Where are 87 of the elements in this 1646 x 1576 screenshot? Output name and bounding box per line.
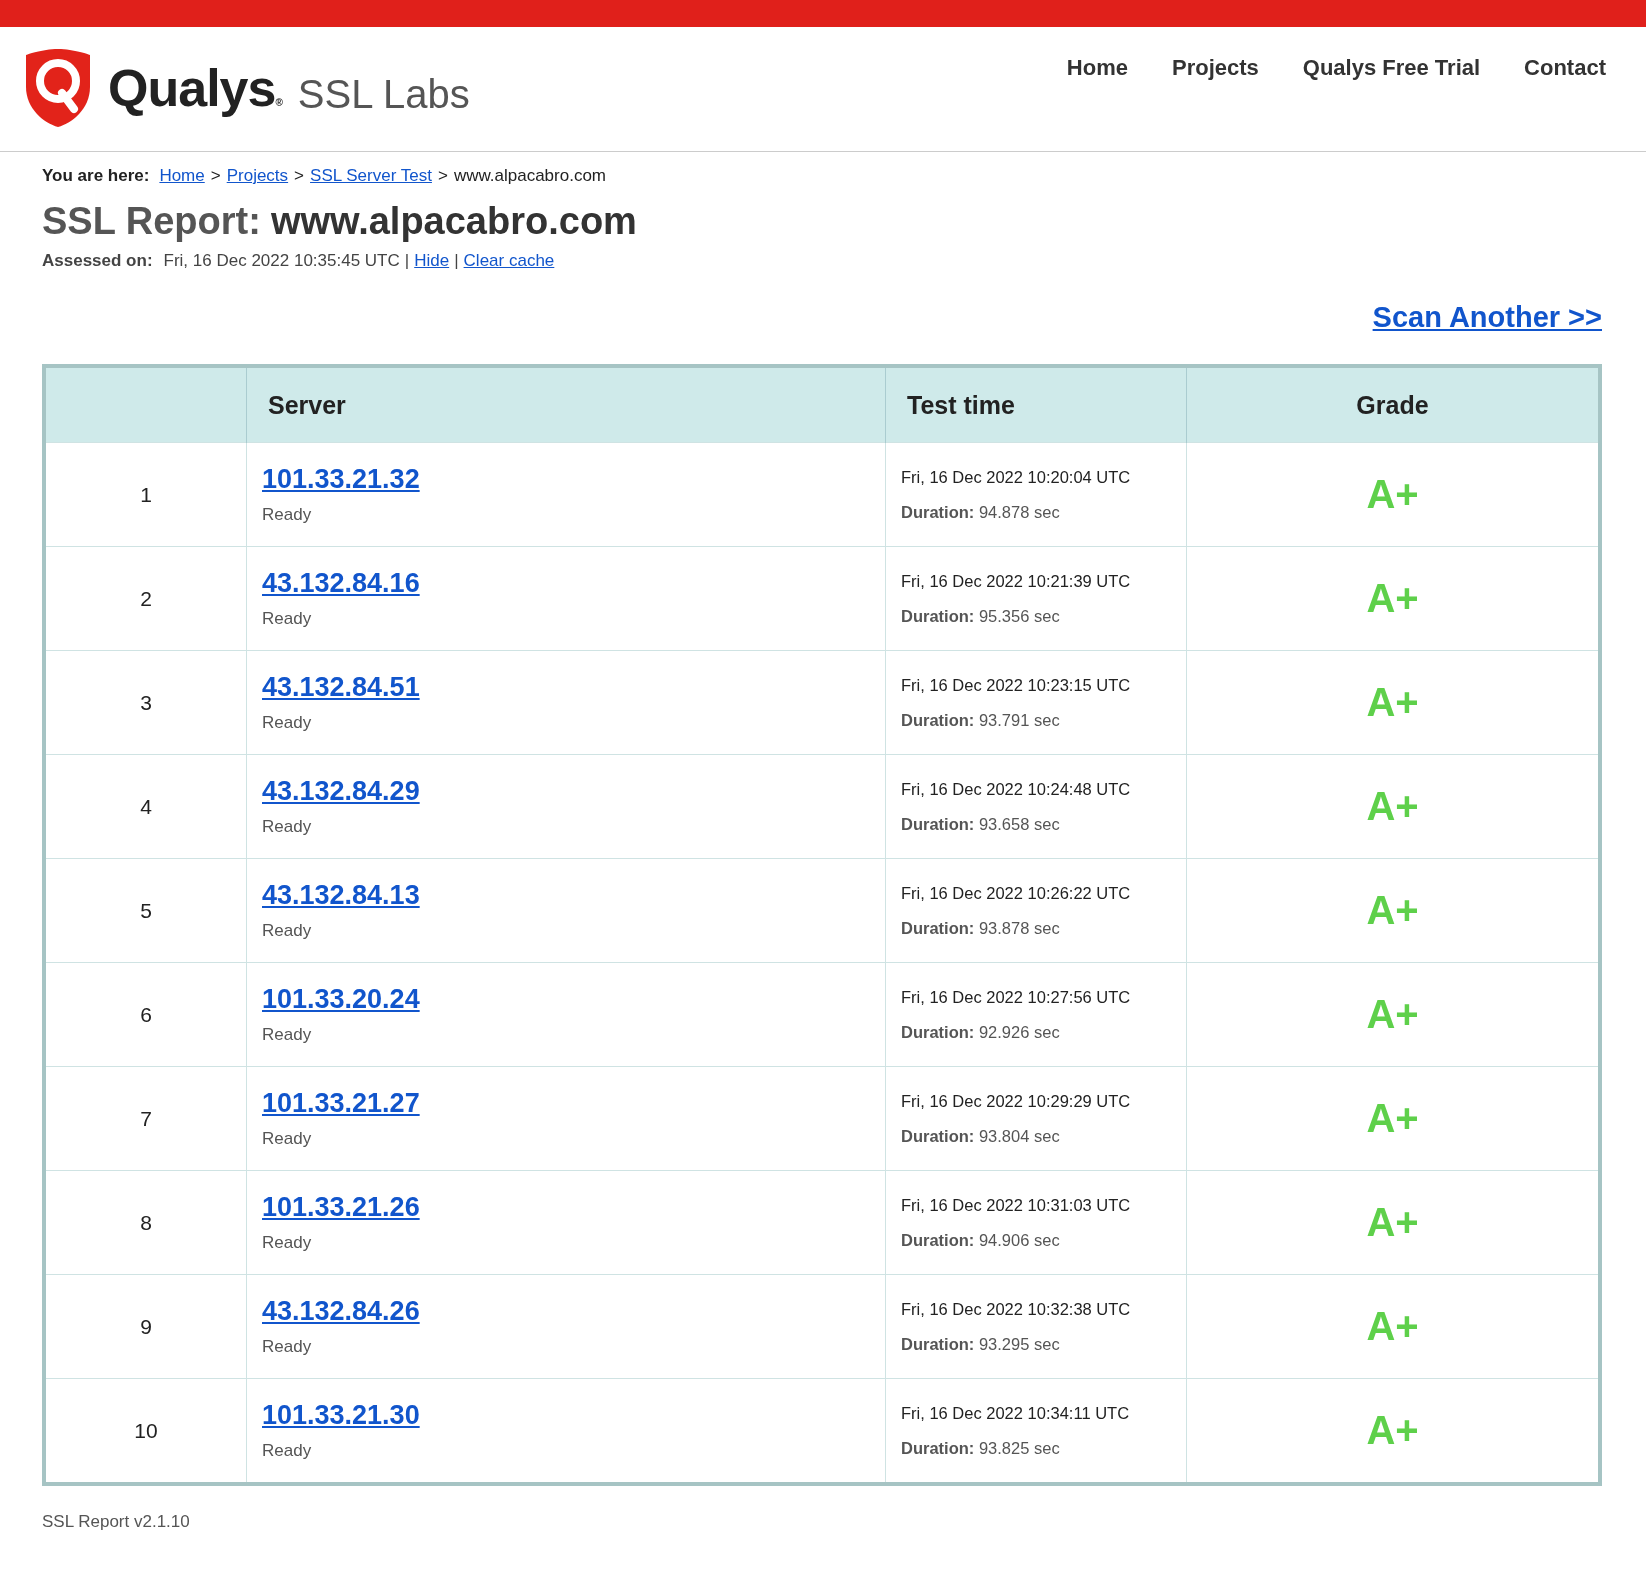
link-separator: |	[404, 251, 410, 271]
test-time: Fri, 16 Dec 2022 10:24:48 UTC	[901, 779, 1131, 799]
test-duration: Duration: 93.658 sec	[901, 814, 1060, 834]
breadcrumb-link[interactable]: Home	[159, 166, 205, 186]
grade-cell: A+	[1186, 962, 1600, 1067]
row-number-cell: 3	[44, 650, 247, 755]
grade-cell: A+	[1186, 1378, 1600, 1484]
nav-link[interactable]: Contact	[1524, 55, 1606, 81]
nav-link[interactable]: Projects	[1171, 55, 1259, 81]
row-number-cell: 2	[44, 546, 247, 651]
test-duration: Duration: 93.791 sec	[901, 710, 1060, 730]
server-ip-link[interactable]: 43.132.84.13	[262, 880, 420, 911]
column-header: Server	[246, 366, 886, 443]
test-duration: Duration: 93.825 sec	[901, 1438, 1060, 1458]
server-ip-link[interactable]: 43.132.84.26	[262, 1296, 420, 1327]
nav-link[interactable]: Home	[1066, 55, 1128, 81]
report-title-label: SSL Report:	[42, 200, 261, 243]
test-duration: Duration: 94.906 sec	[901, 1230, 1060, 1250]
grade-cell: A+	[1186, 442, 1600, 547]
report-title-host: www.alpacabro.com	[270, 200, 637, 243]
test-duration: Duration: 95.356 sec	[901, 606, 1060, 626]
test-time: Fri, 16 Dec 2022 10:21:39 UTC	[901, 571, 1131, 591]
nav-link[interactable]: Qualys Free Trial	[1302, 55, 1481, 81]
grade-cell: A+	[1186, 754, 1600, 859]
test-duration: Duration: 94.878 sec	[901, 502, 1060, 522]
server-status: Ready	[262, 817, 312, 837]
assessed-label: Assessed on:	[42, 251, 153, 271]
report-action-link[interactable]: Hide	[414, 251, 450, 271]
test-time: Fri, 16 Dec 2022 10:26:22 UTC	[901, 883, 1131, 903]
test-time: Fri, 16 Dec 2022 10:20:04 UTC	[901, 467, 1131, 487]
server-ip-link[interactable]: 43.132.84.29	[262, 776, 420, 807]
test-time: Fri, 16 Dec 2022 10:32:38 UTC	[901, 1299, 1131, 1319]
server-ip-link[interactable]: 43.132.84.16	[262, 568, 420, 599]
test-time: Fri, 16 Dec 2022 10:29:29 UTC	[901, 1091, 1131, 1111]
grade-cell: A+	[1186, 1066, 1600, 1171]
breadcrumb-link[interactable]: SSL Server Test	[310, 166, 432, 186]
server-status: Ready	[262, 921, 312, 941]
breadcrumb-current: www.alpacabro.com	[453, 166, 606, 186]
scan-another-link[interactable]: Scan Another >>	[1372, 301, 1602, 334]
breadcrumb-separator: >	[437, 166, 448, 186]
column-header: Grade	[1186, 366, 1600, 443]
server-status: Ready	[262, 505, 312, 525]
server-ip-link[interactable]: 101.33.21.27	[262, 1088, 420, 1119]
row-number-cell: 9	[44, 1274, 247, 1379]
test-time: Fri, 16 Dec 2022 10:23:15 UTC	[901, 675, 1131, 695]
server-status: Ready	[262, 1337, 312, 1357]
grade-cell: A+	[1186, 650, 1600, 755]
row-number-cell: 1	[44, 442, 247, 547]
server-status: Ready	[262, 609, 312, 629]
breadcrumb-separator: >	[210, 166, 221, 186]
server-ip-link[interactable]: 101.33.21.32	[262, 464, 420, 495]
breadcrumb-link[interactable]: Projects	[226, 166, 289, 186]
grade-cell: A+	[1186, 1170, 1600, 1275]
report-action-link[interactable]: Clear cache	[463, 251, 555, 271]
server-ip-link[interactable]: 101.33.20.24	[262, 984, 420, 1015]
server-status: Ready	[262, 1025, 312, 1045]
server-status: Ready	[262, 1129, 312, 1149]
shield-logo-icon	[24, 47, 92, 129]
server-status: Ready	[262, 1441, 312, 1461]
column-header: Test time	[885, 366, 1187, 443]
test-duration: Duration: 93.878 sec	[901, 918, 1060, 938]
test-duration: Duration: 93.804 sec	[901, 1126, 1060, 1146]
grade-cell: A+	[1186, 546, 1600, 651]
server-status: Ready	[262, 713, 312, 733]
link-separator: |	[454, 251, 459, 271]
server-ip-link[interactable]: 43.132.84.51	[262, 672, 420, 703]
breadcrumb-separator: >	[294, 166, 305, 186]
grade-cell: A+	[1186, 1274, 1600, 1379]
row-number-cell: 6	[44, 962, 247, 1067]
row-number-cell: 8	[44, 1170, 247, 1275]
row-number-cell: 10	[44, 1378, 247, 1484]
server-status: Ready	[262, 1233, 312, 1253]
test-duration: Duration: 93.295 sec	[901, 1334, 1060, 1354]
test-time: Fri, 16 Dec 2022 10:31:03 UTC	[901, 1195, 1131, 1215]
row-number-cell: 4	[44, 754, 247, 859]
test-time: Fri, 16 Dec 2022 10:27:56 UTC	[901, 987, 1131, 1007]
server-ip-link[interactable]: 101.33.21.30	[262, 1400, 420, 1431]
grade-cell: A+	[1186, 858, 1600, 963]
row-number-cell: 5	[44, 858, 247, 963]
breadcrumb-label: You are here:	[42, 166, 150, 186]
row-number-cell: 7	[44, 1066, 247, 1171]
product-name: SSL Labs	[297, 71, 470, 117]
version-text: SSL Report v2.1.10	[42, 1512, 191, 1532]
test-time: Fri, 16 Dec 2022 10:34:11 UTC	[901, 1403, 1130, 1423]
server-ip-link[interactable]: 101.33.21.26	[262, 1192, 420, 1223]
test-duration: Duration: 92.926 sec	[901, 1022, 1060, 1042]
assessed-date: Fri, 16 Dec 2022 10:35:45 UTC	[163, 251, 400, 271]
